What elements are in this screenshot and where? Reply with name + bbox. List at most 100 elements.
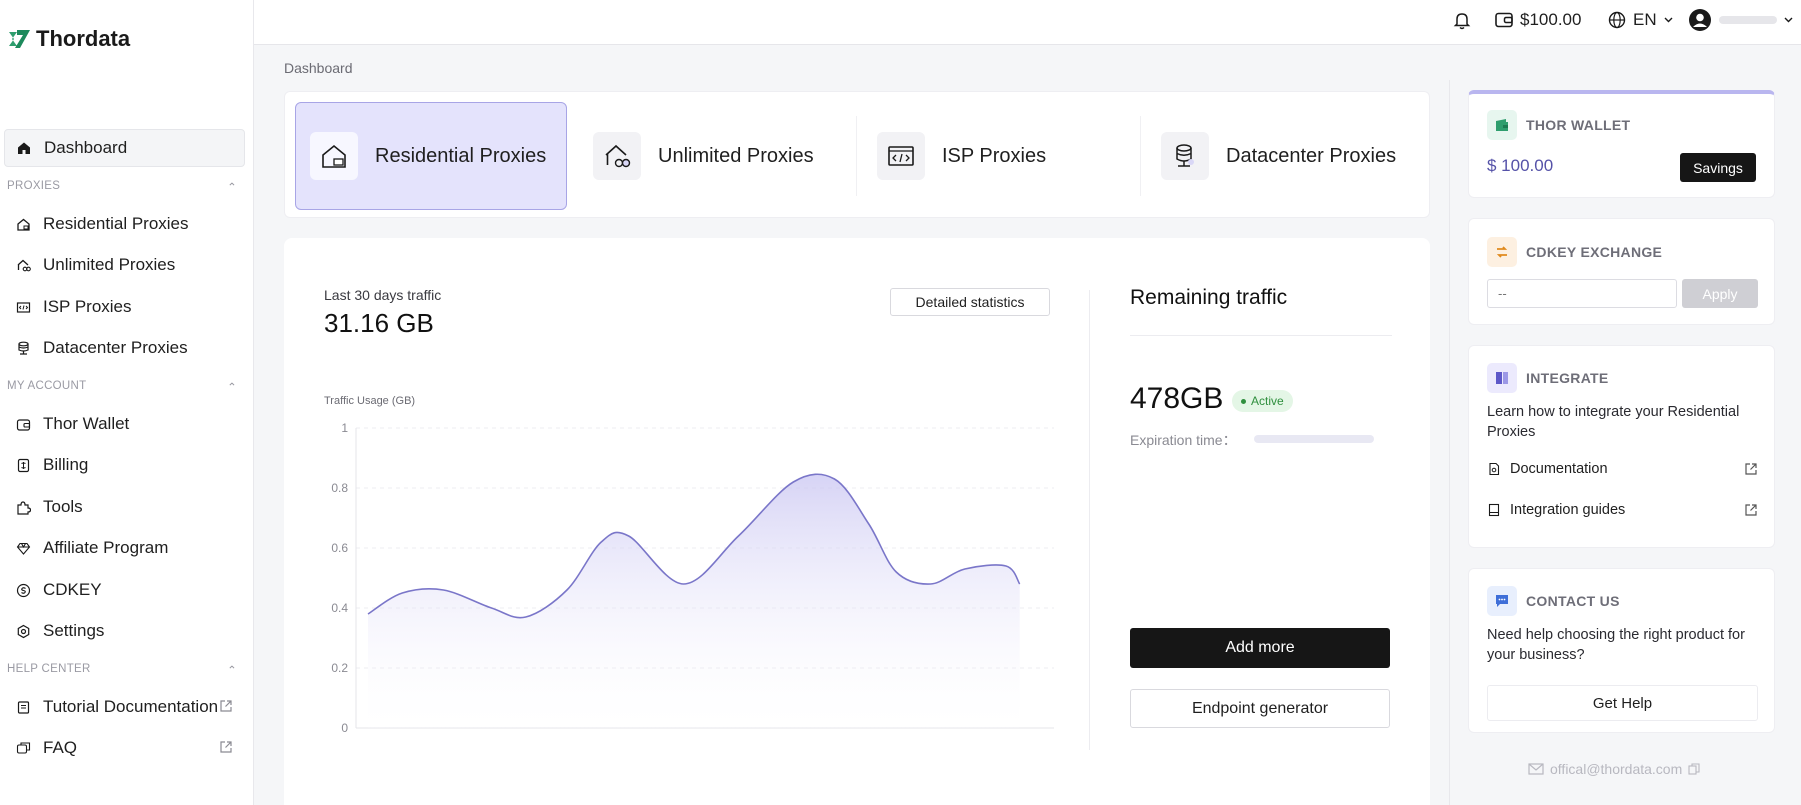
sidebar-item-label: Tutorial Documentation [43,697,219,716]
sidebar-item-affiliate-program[interactable]: Affiliate Program [4,529,245,567]
thordata-logo-icon [9,30,30,48]
add-more-button[interactable]: Add more [1130,628,1390,668]
sidebar-item-label: Thor Wallet [43,414,130,433]
sidebar-item-label: Residential Proxies [43,214,189,233]
cdkey-input[interactable] [1487,279,1677,308]
sidebar-item-label: ISP Proxies [43,297,132,316]
chart-area-fill [368,474,1020,728]
avatar [1688,8,1712,32]
chart-y-tick-label: 0.8 [331,481,348,495]
external-link-icon [219,699,233,713]
section-title: HELP CENTER [7,663,91,675]
chevron-down-icon [1664,17,1673,23]
endpoint-generator-button[interactable]: Endpoint generator [1130,689,1390,728]
brand-name: Thordata [36,26,131,51]
brand-logo[interactable]: Thordata [6,26,130,52]
top-bar: $100.00 EN [254,0,1801,45]
tab-label: Unlimited Proxies [658,144,814,167]
code-icon [877,132,925,180]
traffic-usage-chart[interactable]: 1 0.8 0.6 0.4 0.2 0 [314,414,1060,740]
puzzle-icon [14,498,32,516]
documentation-link[interactable]: Documentation [1487,458,1758,480]
detailed-statistics-button[interactable]: Detailed statistics [890,288,1050,316]
section-help-center-header[interactable]: HELP CENTER ⌃ [7,663,237,677]
tab-label: Residential Proxies [375,144,547,167]
breadcrumb[interactable]: Dashboard [284,60,353,76]
tab-divider [1140,116,1141,196]
user-menu[interactable] [1688,9,1793,31]
balance-amount: $100.00 [1520,10,1582,29]
tab-residential-proxies[interactable]: Residential Proxies [295,102,567,210]
home-infinity-icon [593,132,641,180]
sidebar-item-label: Dashboard [44,138,128,157]
section-proxies-header[interactable]: PROXIES ⌃ [7,180,237,194]
status-badge: Active [1232,390,1293,412]
database-icon [1161,132,1209,180]
sidebar-item-dashboard[interactable]: Dashboard [4,129,245,167]
sidebar-item-label: Tools [43,497,83,516]
remaining-traffic-title: Remaining traffic [1130,286,1288,309]
chevron-up-icon: ⌃ [227,665,237,677]
coin-icon [14,581,32,599]
sidebar-item-faq[interactable]: FAQ [4,729,245,767]
code-icon [14,298,32,316]
gear-icon [14,622,32,640]
sidebar-item-label: Unlimited Proxies [43,255,176,274]
link-label: Documentation [1510,461,1608,477]
sidebar-item-datacenter-proxies[interactable]: Datacenter Proxies [4,329,245,367]
thor-wallet-card: THOR WALLET $ 100.00 Savings [1468,90,1775,198]
section-title: PROXIES [7,180,61,192]
sidebar-item-tools[interactable]: Tools [4,488,245,526]
contact-us-card: CONTACT US Need help choosing the right … [1468,568,1775,733]
bell-icon [1453,10,1471,30]
section-my-account-header[interactable]: MY ACCOUNT ⌃ [7,380,237,394]
wallet-icon [1487,110,1517,140]
chart-y-tick-label: 0.4 [331,601,348,615]
tab-datacenter-proxies[interactable]: Datacenter Proxies [1147,102,1419,210]
sidebar-item-cdkey[interactable]: CDKEY [4,571,245,609]
integration-guides-link[interactable]: Integration guides [1487,499,1758,521]
tab-label: Datacenter Proxies [1226,144,1397,167]
get-help-button[interactable]: Get Help [1487,685,1758,721]
wallet-icon [1495,12,1513,28]
integrate-description: Learn how to integrate your Residential … [1487,404,1740,440]
home-icon [14,215,32,233]
wallet-icon [14,415,32,433]
sidebar-item-residential-proxies[interactable]: Residential Proxies [4,205,245,243]
apply-button[interactable]: Apply [1682,279,1758,308]
savings-button[interactable]: Savings [1680,153,1756,182]
contact-title: CONTACT US [1526,593,1620,609]
sidebar-item-tutorial-documentation[interactable]: Tutorial Documentation [4,688,245,726]
integrate-card-header: INTEGRATE [1487,363,1609,393]
sidebar-item-label: Billing [43,455,89,474]
wallet-amount: $ 100.00 [1487,156,1554,175]
faq-icon [14,739,32,757]
tab-unlimited-proxies[interactable]: Unlimited Proxies [579,102,851,210]
exchange-icon [1487,237,1517,267]
mail-icon [1528,763,1544,775]
sidebar-item-settings[interactable]: Settings [4,612,245,650]
sidebar-item-unlimited-proxies[interactable]: Unlimited Proxies [4,246,245,284]
external-link-icon [1744,462,1758,476]
chart-y-tick-label: 0 [341,721,348,735]
home-filled-icon [15,139,33,157]
database-icon [14,339,32,357]
book-icon [1487,363,1517,393]
sidebar-item-isp-proxies[interactable]: ISP Proxies [4,288,245,326]
balance-display[interactable]: $100.00 [1495,9,1581,31]
contact-card-header: CONTACT US [1487,586,1620,616]
sidebar-item-label: Datacenter Proxies [43,338,188,357]
globe-icon [1608,11,1626,29]
language-selector[interactable]: EN [1608,9,1673,31]
contact-email[interactable]: offical@thordata.com [1528,761,1700,777]
sidebar-item-thor-wallet[interactable]: Thor Wallet [4,405,245,443]
notifications-button[interactable] [1453,9,1471,31]
wallet-card-header: THOR WALLET [1487,110,1630,140]
sidebar-item-billing[interactable]: Billing [4,446,245,484]
document-icon [1487,462,1501,476]
tab-isp-proxies[interactable]: ISP Proxies [863,102,1135,210]
book-icon [14,698,32,716]
expiration-placeholder [1254,435,1374,443]
external-link-icon [1744,503,1758,517]
expiration-label: Expiration time： [1130,432,1237,448]
